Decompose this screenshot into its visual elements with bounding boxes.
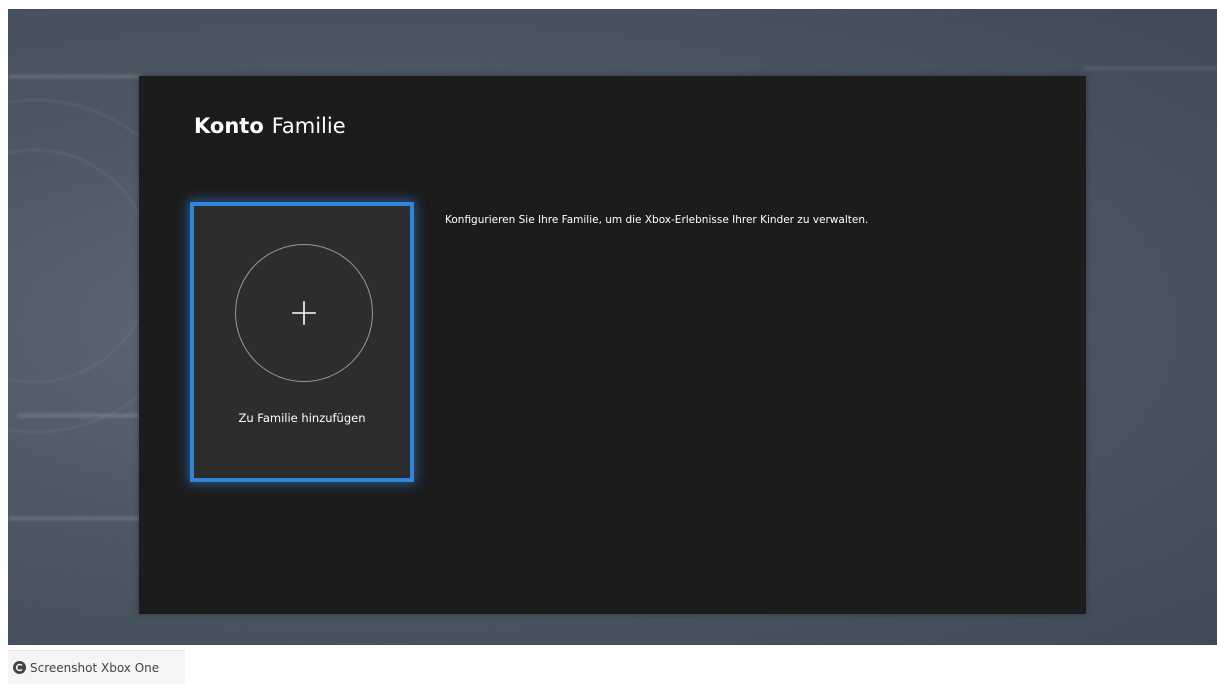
caption-text: Screenshot Xbox One (30, 660, 160, 675)
family-description: Konfigurieren Sie Ihre Familie, um die X… (445, 214, 869, 226)
add-circle (235, 244, 373, 382)
background-streak (8, 517, 143, 520)
xbox-screen: Konto Familie Zu Familie hinzufügen Konfi… (8, 9, 1217, 645)
image-caption: Screenshot Xbox One (8, 650, 185, 684)
page-subtitle: Familie (271, 114, 346, 138)
plus-icon (292, 301, 316, 325)
page-title: Konto Familie (194, 114, 346, 138)
add-to-family-tile[interactable]: Zu Familie hinzufügen (190, 202, 414, 482)
section-title: Konto (194, 114, 264, 138)
background-streak (8, 75, 143, 78)
family-panel: Konto Familie Zu Familie hinzufügen Konfi… (139, 76, 1086, 614)
add-to-family-label: Zu Familie hinzufügen (238, 411, 366, 425)
background-streak (1083, 67, 1217, 70)
background-streak (18, 414, 143, 417)
copyright-icon (13, 661, 26, 674)
